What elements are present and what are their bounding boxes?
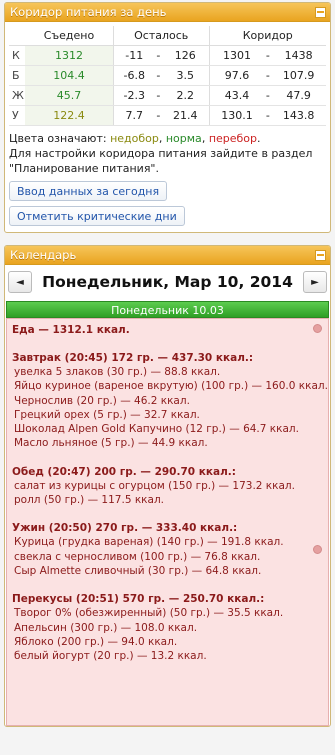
dash: - (264, 45, 272, 66)
corridor-table: Съедено Осталось Коридор К 1312 -11-126 130… (9, 26, 326, 126)
eaten-header: Съедено (25, 26, 114, 46)
eaten-value: 104.4 (25, 65, 114, 86)
corridor-header: Коридор (208, 26, 326, 46)
legend-prefix: Цвета означают: (9, 132, 107, 145)
meal-header[interactable]: Ужин (20:50) 270 гр. — 333.40 ккал.: (12, 521, 323, 535)
remaining-min: -6.8 (112, 65, 155, 86)
meal-item[interactable]: Чернослив (20 гр.) — 46.2 ккал. (12, 394, 323, 408)
corridor-max: 47.9 (271, 85, 326, 106)
apple-icon[interactable] (313, 545, 322, 554)
remaining-min: -2.3 (112, 85, 155, 106)
corridor-min: 130.1 (208, 105, 265, 126)
remaining-min: -11 (112, 45, 155, 66)
meal-item[interactable]: ролл (50 гр.) — 117.5 ккал. (12, 493, 323, 507)
legend-under: недобор (110, 132, 159, 145)
legend-dot: . (257, 132, 261, 145)
corridor-row: У 122.4 7.7-21.4 130.1-143.8 (9, 105, 326, 126)
meal-item[interactable]: Творог 0% (обезжиренный) (50 гр.) — 35.5… (12, 606, 323, 620)
meal-item[interactable]: Масло льняное (5 гр.) — 44.9 ккал. (12, 436, 323, 450)
enter-today-button[interactable]: Ввод данных за сегодня (9, 181, 168, 201)
calendar-nav: ◄ Понедельник, Мар 10, 2014 ► (5, 265, 330, 299)
mark-critical-days-button[interactable]: Отметить критические дни (9, 206, 185, 226)
eaten-value: 1312 (25, 45, 114, 66)
remaining-max: 2.2 (162, 85, 209, 106)
meal-item[interactable]: Апельсин (300 гр.) — 108.0 ккал. (12, 621, 323, 635)
legend-comma: , (158, 132, 163, 145)
row-letter: Ж (9, 85, 25, 106)
dash: - (264, 105, 272, 126)
day-entries: Еда — 1312.1 ккал. Завтрак (20:45) 172 г… (6, 318, 329, 726)
legend-comma: , (201, 132, 206, 145)
calendar-date: Понедельник, Мар 10, 2014 (42, 273, 293, 291)
legend-over: перебор (208, 132, 258, 145)
meal-header[interactable]: Завтрак (20:45) 172 гр. — 437.30 ккал.: (12, 351, 323, 365)
next-day-button[interactable]: ► (303, 271, 327, 293)
corridor-title: Коридор питания за день (10, 4, 167, 19)
corridor-min: 97.6 (208, 65, 265, 86)
remaining-max: 21.4 (162, 105, 209, 126)
collapse-icon[interactable] (315, 6, 326, 18)
eaten-value: 122.4 (25, 105, 114, 126)
remaining-min: 7.7 (112, 105, 155, 126)
meal-item[interactable]: Курица (грудка вареная) (140 гр.) — 191.… (12, 535, 323, 549)
meal-item[interactable]: Шоколад Alpen Gold Капучино (12 гр.) — 6… (12, 422, 323, 436)
corridor-max: 107.9 (271, 65, 326, 86)
day-header-bar[interactable]: Понедельник 10.03 (6, 301, 329, 318)
row-letter: К (9, 45, 25, 66)
meal-header[interactable]: Обед (20:47) 200 гр. — 290.70 ккал.: (12, 465, 323, 479)
dash: - (264, 65, 272, 86)
meal-item[interactable]: увелка 5 злаков (30 гр.) — 88.8 ккал. (12, 365, 323, 379)
legend-norm: норма (165, 132, 202, 145)
dash: - (154, 105, 163, 126)
corridor-max: 143.8 (271, 105, 326, 126)
settings-note: Для настройки коридора питания зайдите в… (9, 147, 313, 175)
color-legend: Цвета означают: недобор, норма, перебор.… (9, 131, 326, 176)
corridor-panel-header: Коридор питания за день (5, 3, 330, 22)
meal-item[interactable]: белый йогурт (20 гр.) — 13.2 ккал. (12, 649, 323, 663)
prev-day-button[interactable]: ◄ (8, 271, 32, 293)
corridor-min: 1301 (208, 45, 265, 66)
corridor-max: 1438 (271, 45, 326, 66)
eaten-value: 45.7 (25, 85, 114, 106)
meal-item[interactable]: салат из курицы с огурцом (150 гр.) — 17… (12, 479, 323, 493)
meal-item[interactable]: Сыр Almette сливочный (30 гр.) — 64.8 кк… (12, 564, 323, 578)
calendar-title: Календарь (10, 247, 77, 262)
remaining-max: 126 (162, 45, 209, 66)
row-letter: Б (9, 65, 25, 86)
meal-item[interactable]: Яблоко (200 гр.) — 94.0 ккал. (12, 635, 323, 649)
remaining-max: 3.5 (162, 65, 209, 86)
meal-item[interactable]: Грецкий орех (5 гр.) — 32.7 ккал. (12, 408, 323, 422)
meal-header[interactable]: Перекусы (20:51) 570 гр. — 250.70 ккал.: (12, 592, 323, 606)
collapse-icon[interactable] (315, 249, 326, 261)
letter-header (9, 26, 25, 46)
food-total: Еда — 1312.1 ккал. (12, 324, 130, 336)
dash: - (154, 65, 163, 86)
dash: - (154, 85, 163, 106)
corridor-min: 43.4 (208, 85, 265, 106)
calendar-panel-header: Календарь (5, 246, 330, 265)
dash: - (154, 45, 163, 66)
meal-item[interactable]: Яйцо куриное (вареное вкрутую) (100 гр.)… (12, 379, 328, 393)
corridor-row: Ж 45.7 -2.3-2.2 43.4-47.9 (9, 85, 326, 106)
calendar-panel: Календарь ◄ Понедельник, Мар 10, 2014 ► … (4, 245, 331, 727)
apple-icon[interactable] (313, 324, 322, 333)
corridor-row: Б 104.4 -6.8-3.5 97.6-107.9 (9, 65, 326, 86)
corridor-row: К 1312 -11-126 1301-1438 (9, 45, 326, 66)
row-letter: У (9, 105, 25, 126)
dash: - (264, 85, 272, 106)
meal-item[interactable]: свекла с черносливом (100 гр.) — 76.8 кк… (12, 550, 323, 564)
remaining-header: Осталось (112, 26, 209, 46)
corridor-panel: Коридор питания за день Съедено Осталось… (4, 2, 331, 233)
